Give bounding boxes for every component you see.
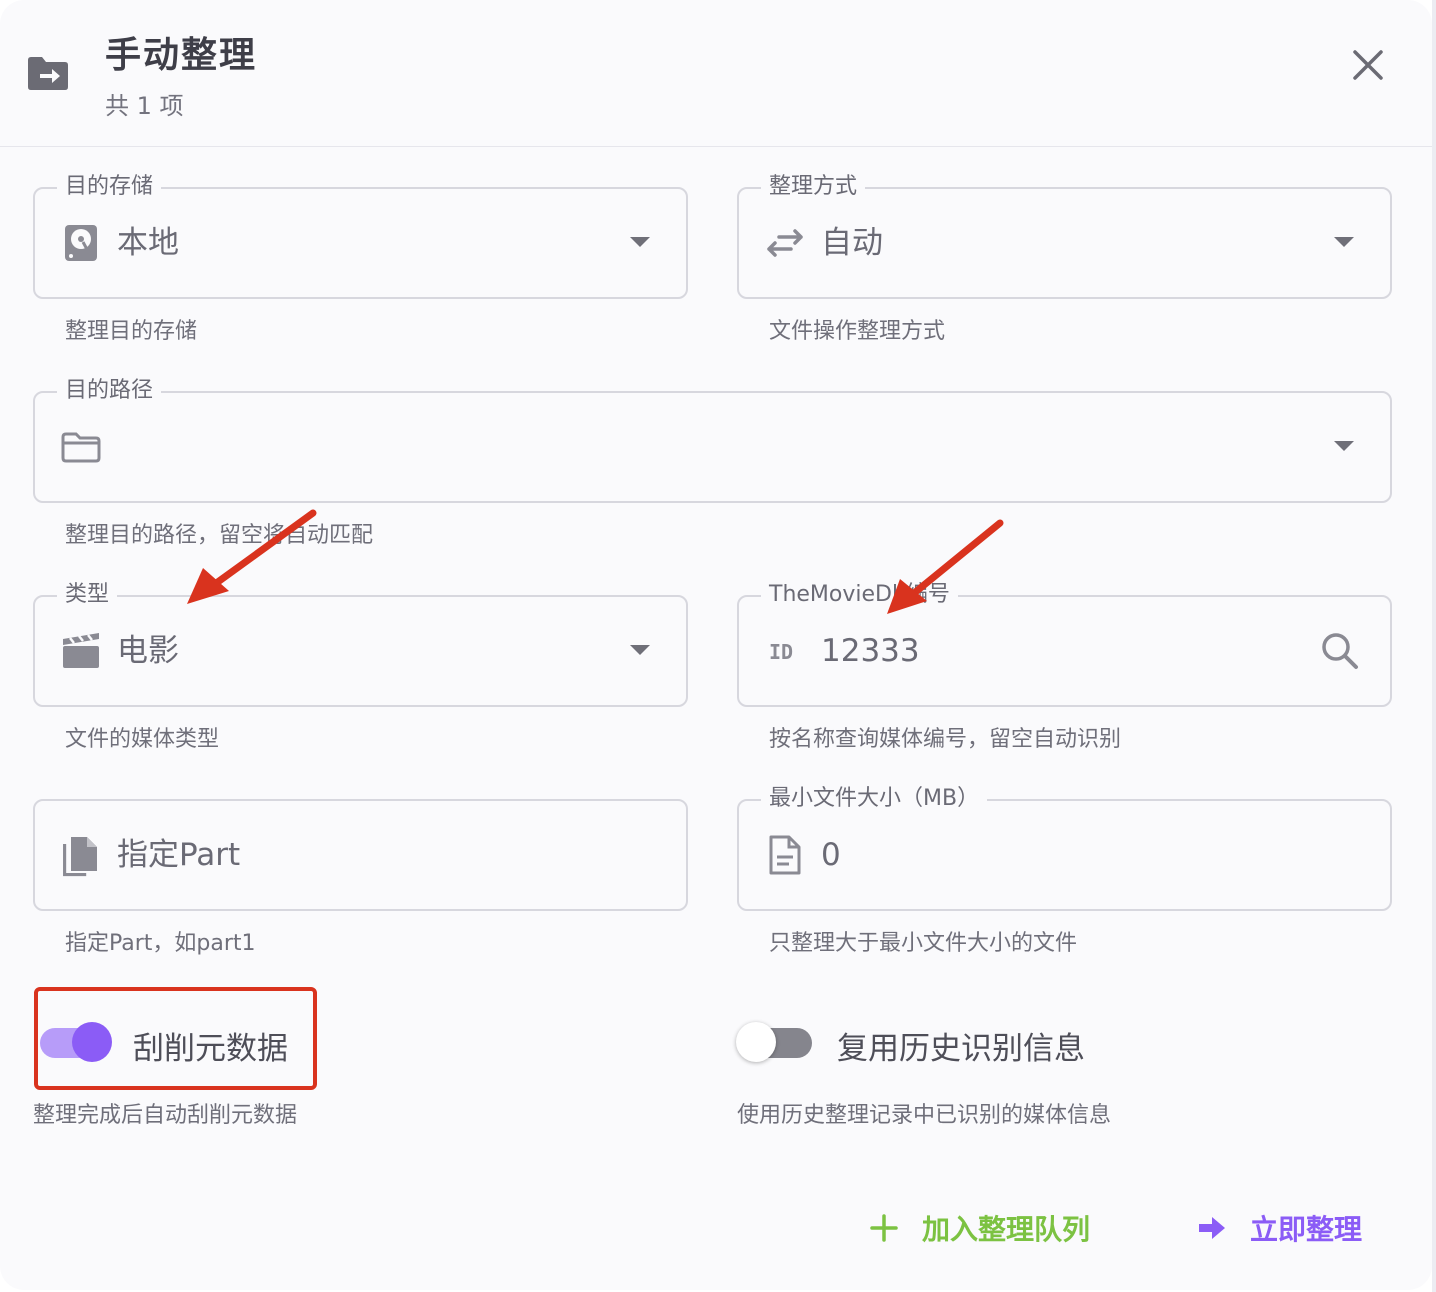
switch-knob	[736, 1022, 776, 1062]
chevron-down-icon[interactable]	[630, 237, 650, 247]
part-input[interactable]: 指定Part	[33, 799, 688, 911]
dialog-subtitle: 共 1 项	[105, 92, 184, 120]
tmdb-hint: 按名称查询媒体编号，留空自动识别	[769, 727, 1122, 752]
clapperboard-icon	[63, 633, 99, 668]
scrape-metadata-hint: 整理完成后自动刮削元数据	[33, 1103, 298, 1128]
storage-label: 目的存储	[57, 173, 162, 201]
type-select[interactable]: 类型 电影	[33, 581, 688, 707]
type-value: 电影	[117, 633, 179, 669]
add-to-queue-label: 加入整理队列	[922, 1213, 1091, 1246]
method-hint: 文件操作整理方式	[769, 319, 946, 344]
type-label: 类型	[57, 581, 118, 609]
file-document-icon	[769, 835, 801, 875]
chevron-down-icon[interactable]	[1334, 441, 1354, 451]
organize-now-button[interactable]: 立即整理	[1196, 1208, 1362, 1248]
add-to-queue-button[interactable]: 加入整理队列	[868, 1208, 1090, 1248]
swap-arrows-icon	[767, 229, 803, 257]
storage-value: 本地	[117, 225, 179, 261]
chevron-down-icon[interactable]	[630, 645, 650, 655]
min-size-label: 最小文件大小（MB）	[761, 785, 988, 813]
min-size-input[interactable]: 最小文件大小（MB） 0	[737, 785, 1392, 911]
background-edge	[1432, 0, 1436, 1292]
annotation-highlight-box	[34, 987, 317, 1090]
tmdb-value[interactable]: 12333	[821, 631, 920, 671]
id-badge-icon: ID	[769, 640, 793, 664]
close-icon[interactable]	[1346, 43, 1390, 87]
path-combobox[interactable]: 目的路径	[33, 377, 1392, 503]
storage-select[interactable]: 目的存储 本地	[33, 173, 688, 299]
tmdb-label: TheMovieDb编号	[761, 581, 958, 609]
plus-icon	[870, 1214, 898, 1242]
hard-disk-icon	[65, 225, 97, 261]
arrow-right-icon	[1199, 1217, 1225, 1239]
dialog-title: 手动整理	[105, 35, 258, 76]
part-placeholder[interactable]: 指定Part	[117, 835, 240, 875]
type-hint: 文件的媒体类型	[65, 727, 220, 752]
reuse-history-label[interactable]: 复用历史识别信息	[837, 1023, 1085, 1068]
manual-organize-dialog: 手动整理 共 1 项 目的存储 本地 整理目的存储 整理方式 自动 文件操作整理…	[0, 0, 1432, 1290]
folder-icon	[61, 432, 101, 463]
method-value: 自动	[821, 225, 883, 261]
chevron-down-icon[interactable]	[1334, 237, 1354, 247]
path-label: 目的路径	[57, 377, 162, 405]
min-size-hint: 只整理大于最小文件大小的文件	[769, 931, 1078, 956]
path-hint: 整理目的路径，留空将自动匹配	[65, 523, 374, 548]
file-copy-icon	[63, 837, 97, 877]
svg-text:ID: ID	[769, 640, 793, 664]
dialog-header: 手动整理 共 1 项	[0, 0, 1432, 147]
storage-hint: 整理目的存储	[65, 319, 198, 344]
reuse-history-switch[interactable]	[734, 1020, 814, 1064]
search-icon[interactable]	[1318, 629, 1362, 673]
folder-move-icon	[28, 57, 68, 90]
reuse-history-hint: 使用历史整理记录中已识别的媒体信息	[737, 1103, 1112, 1128]
min-size-value[interactable]: 0	[821, 835, 841, 875]
part-hint: 指定Part，如part1	[65, 931, 256, 956]
method-select[interactable]: 整理方式 自动	[737, 173, 1392, 299]
tmdb-id-input[interactable]: TheMovieDb编号 ID 12333	[737, 581, 1392, 707]
method-label: 整理方式	[761, 173, 866, 201]
organize-now-label: 立即整理	[1250, 1213, 1363, 1246]
